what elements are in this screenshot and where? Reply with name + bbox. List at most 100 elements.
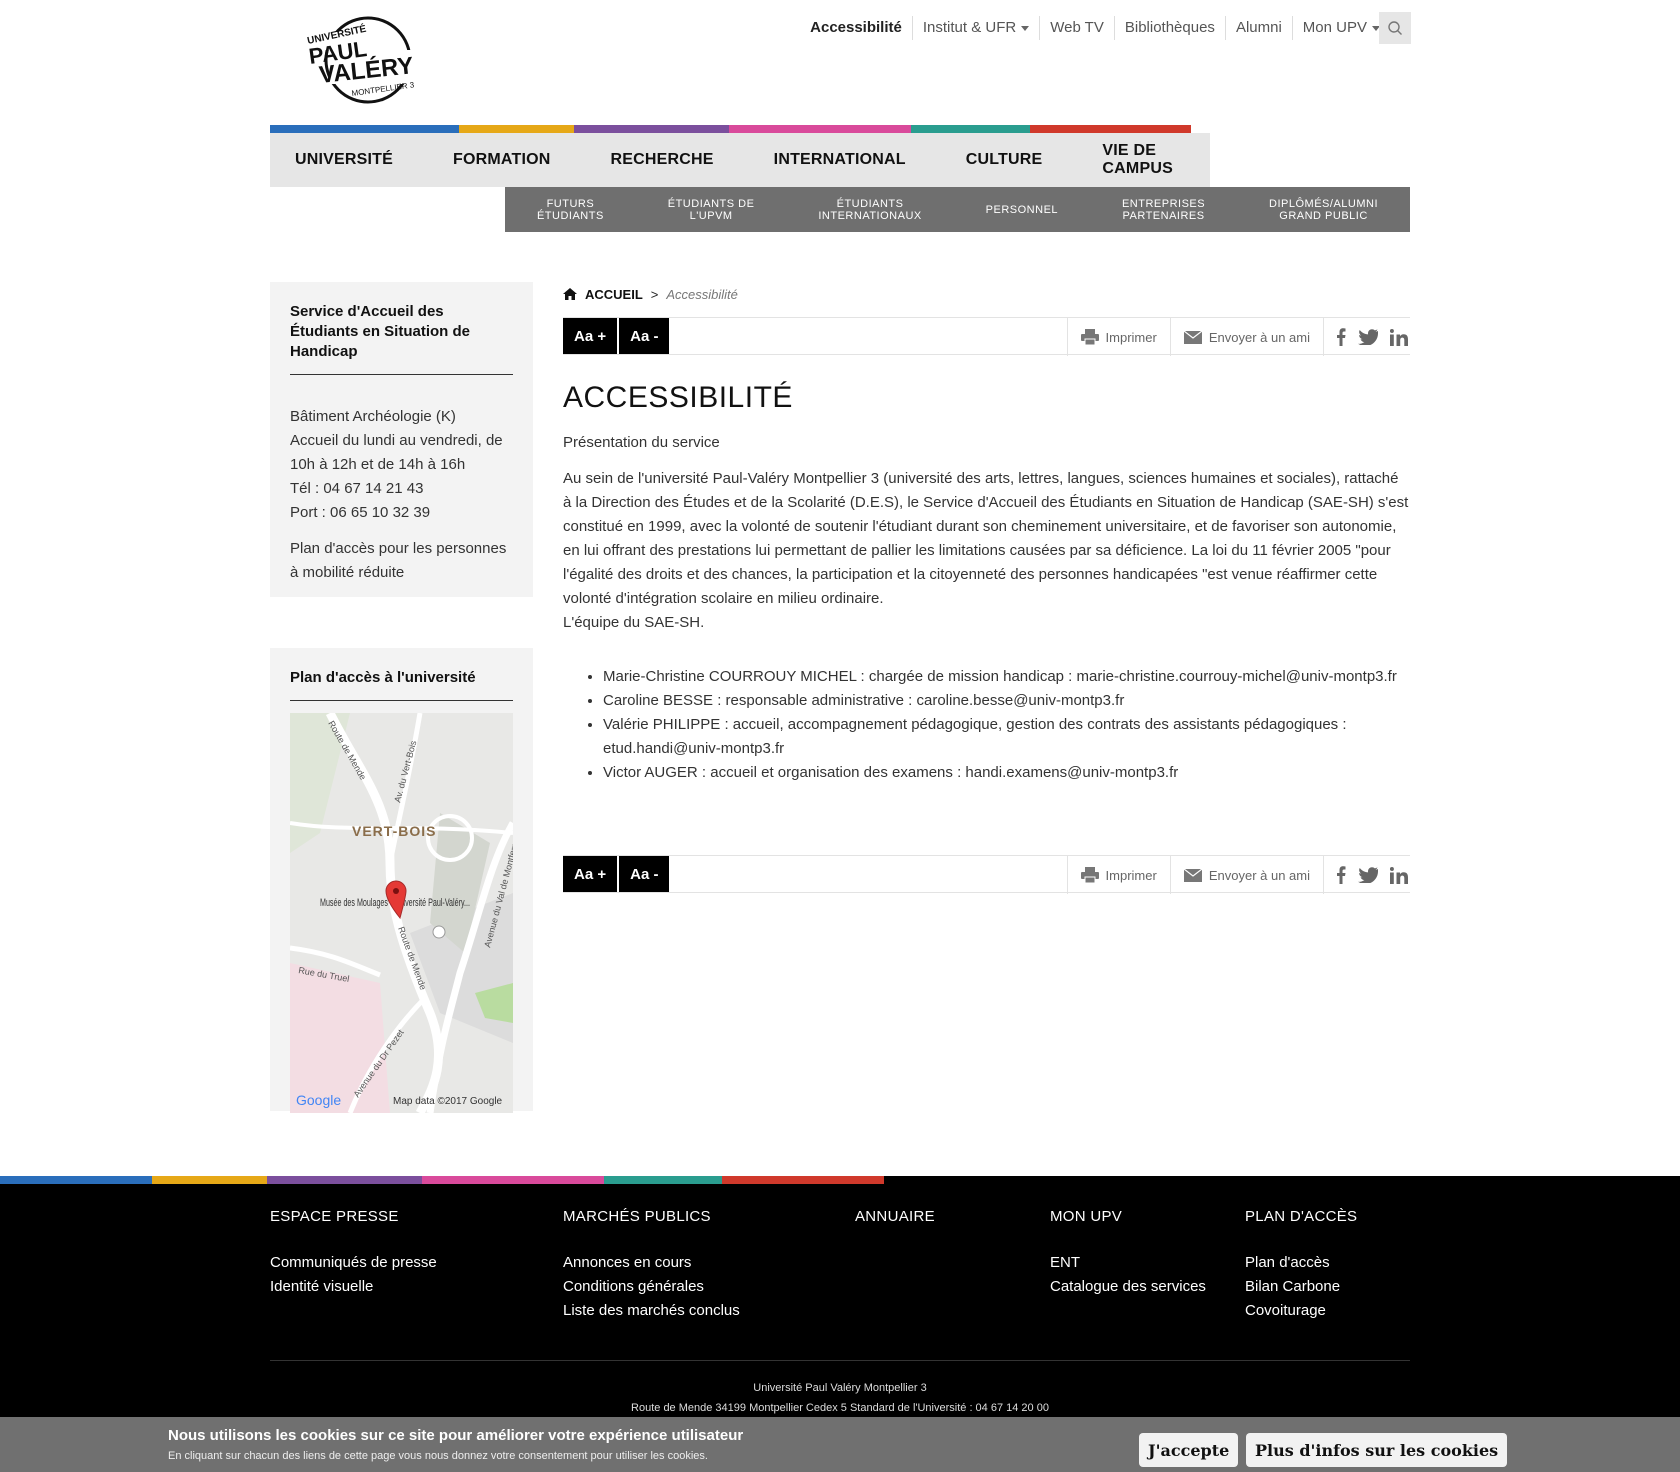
printer-icon <box>1080 867 1099 883</box>
page-body: Au sein de l'université Paul-Valéry Mont… <box>563 470 1409 607</box>
subnav-entreprises[interactable]: ENTREPRISES PARTENAIRES <box>1122 198 1205 222</box>
map-area-label: VERT-BOIS <box>352 823 436 839</box>
footer-link[interactable]: Liste des marchés conclus <box>563 1299 740 1323</box>
footer-link[interactable]: Plan d'accès <box>1245 1251 1357 1275</box>
footer-heading[interactable]: MARCHÉS PUBLICS <box>563 1208 740 1225</box>
subnav-etudiants-internationaux[interactable]: ÉTUDIANTS INTERNATIONAUX <box>818 198 921 222</box>
footer-link[interactable]: Catalogue des services <box>1050 1275 1206 1299</box>
twitter-share[interactable] <box>1352 329 1384 345</box>
send-to-friend-button[interactable]: Envoyer à un ami <box>1169 318 1324 356</box>
footer-heading[interactable]: PLAN D'ACCÈS <box>1245 1208 1357 1225</box>
footer-heading[interactable]: MON UPV <box>1050 1208 1206 1225</box>
list-item: Caroline BESSE : responsable administrat… <box>603 689 1410 713</box>
nav-vie-de-campus[interactable]: VIE DE CAMPUS <box>1102 142 1173 178</box>
breadcrumb-home[interactable]: ACCUEIL <box>585 287 643 302</box>
color-stripe-pink <box>422 1176 604 1184</box>
footer-divider <box>270 1360 1410 1361</box>
linkedin-icon <box>1390 866 1408 884</box>
service-title: Service d'Accueil des Étudiants en Situa… <box>290 302 513 375</box>
font-decrease-button[interactable]: Aa - <box>619 318 670 354</box>
printer-icon <box>1080 329 1099 345</box>
footer-col-presse: ESPACE PRESSE Communiqués de presse Iden… <box>270 1208 437 1299</box>
top-link-bibliotheques[interactable]: Bibliothèques <box>1115 16 1226 40</box>
university-logo[interactable]: UNIVERSITÉ PAUL VALÉRY MONTPELLIER 3 <box>300 10 440 110</box>
search-button[interactable] <box>1379 12 1411 44</box>
footer-address-line: Route de Mende 34199 Montpellier Cedex 5… <box>631 1402 1049 1414</box>
google-map[interactable]: VERT-BOIS Musée des Moulages - Universit… <box>290 713 513 1113</box>
color-stripe-red <box>1030 125 1191 133</box>
font-increase-button[interactable]: Aa + <box>563 856 618 892</box>
facebook-share[interactable] <box>1324 328 1352 346</box>
twitter-icon <box>1358 867 1378 883</box>
footer-col-monupv: MON UPV ENT Catalogue des services <box>1050 1208 1206 1299</box>
address-line: Accueil du lundi au vendredi, de 10h à 1… <box>290 432 503 473</box>
font-decrease-button[interactable]: Aa - <box>619 856 670 892</box>
linkedin-share[interactable] <box>1384 866 1410 884</box>
facebook-icon <box>1337 866 1346 884</box>
footer-heading[interactable]: ANNUAIRE <box>855 1208 935 1225</box>
footer-heading[interactable]: ESPACE PRESSE <box>270 1208 437 1225</box>
service-contact-box: Service d'Accueil des Étudiants en Situa… <box>270 282 533 597</box>
linkedin-share[interactable] <box>1384 328 1410 346</box>
print-button[interactable]: Imprimer <box>1066 856 1170 894</box>
twitter-share[interactable] <box>1352 867 1384 883</box>
footer-col-annuaire: ANNUAIRE <box>855 1208 935 1251</box>
map-box: Plan d'accès à l'université VERT-BOIS Mu… <box>270 648 533 1113</box>
print-button[interactable]: Imprimer <box>1066 318 1170 356</box>
send-to-friend-button[interactable]: Envoyer à un ami <box>1169 856 1324 894</box>
subnav-futurs-etudiants[interactable]: FUTURS ÉTUDIANTS <box>537 198 604 222</box>
linkedin-icon <box>1390 328 1408 346</box>
footer-col-plan: PLAN D'ACCÈS Plan d'accès Bilan Carbone … <box>1245 1208 1357 1323</box>
print-label: Imprimer <box>1105 867 1157 883</box>
subnav-diplomes-alumni[interactable]: DIPLÔMÉS/ALUMNI GRAND PUBLIC <box>1269 198 1378 222</box>
send-label: Envoyer à un ami <box>1208 867 1310 883</box>
top-link-accessibilite[interactable]: Accessibilité <box>800 16 913 40</box>
color-stripe-teal <box>911 125 1030 133</box>
top-link-mon-upv[interactable]: Mon UPV <box>1293 16 1390 40</box>
subnav-etudiants-upvm[interactable]: ÉTUDIANTS DE L'UPVM <box>668 198 755 222</box>
footer-link[interactable]: Communiqués de presse <box>270 1251 437 1275</box>
footer-address-name: Université Paul Valéry Montpellier 3 <box>753 1382 927 1394</box>
phone-line: Tél : 04 67 14 21 43 <box>290 480 424 497</box>
top-link-institut-ufr[interactable]: Institut & UFR <box>913 16 1041 40</box>
list-item: Victor AUGER : accueil et organisation d… <box>603 761 1410 785</box>
footer-link[interactable]: ENT <box>1050 1251 1206 1275</box>
nav-recherche[interactable]: RECHERCHE <box>611 151 714 169</box>
facebook-share[interactable] <box>1324 866 1352 884</box>
font-increase-button[interactable]: Aa + <box>563 318 618 354</box>
bottom-toolbar-wrap: Aa + Aa - Imprimer Envoyer à un ami <box>563 855 1410 894</box>
page-toolbar: Aa + Aa - Imprimer Envoyer à un ami <box>563 317 1410 356</box>
footer-color-bar <box>0 1176 884 1184</box>
share-tools: Imprimer Envoyer à un ami <box>1066 318 1410 356</box>
subnav-personnel[interactable]: PERSONNEL <box>986 204 1058 216</box>
nav-formation[interactable]: FORMATION <box>453 151 551 169</box>
print-label: Imprimer <box>1105 329 1157 345</box>
top-link-alumni[interactable]: Alumni <box>1226 16 1293 40</box>
main-navigation: UNIVERSITÉ FORMATION RECHERCHE INTERNATI… <box>270 133 1210 187</box>
page-team: L'équipe du SAE-SH. <box>563 614 705 631</box>
nav-international[interactable]: INTERNATIONAL <box>774 151 906 169</box>
page-intro: Présentation du service <box>563 434 720 451</box>
top-link-webtv[interactable]: Web TV <box>1040 16 1115 40</box>
nav-culture[interactable]: CULTURE <box>966 151 1043 169</box>
footer-link[interactable]: Covoiturage <box>1245 1299 1357 1323</box>
accept-cookies-button[interactable]: J'accepte <box>1139 1433 1239 1467</box>
main-content: ACCUEIL > Accessibilité Aa + Aa - Imprim… <box>563 280 1410 785</box>
cookie-info-button[interactable]: Plus d'infos sur les cookies <box>1246 1433 1508 1467</box>
color-stripe-purple <box>267 1176 422 1184</box>
audience-navigation: FUTURS ÉTUDIANTS ÉTUDIANTS DE L'UPVM ÉTU… <box>505 187 1410 232</box>
color-stripe-pink <box>729 125 911 133</box>
access-plan-link[interactable]: Plan d'accès pour les personnes à mobili… <box>290 537 513 585</box>
nav-universite[interactable]: UNIVERSITÉ <box>295 151 393 169</box>
footer-link[interactable]: Bilan Carbone <box>1245 1275 1357 1299</box>
breadcrumb-current: Accessibilité <box>666 286 738 302</box>
footer-link[interactable]: Annonces en cours <box>563 1251 740 1275</box>
footer-link[interactable]: Identité visuelle <box>270 1275 437 1299</box>
color-stripe-blue <box>270 125 459 133</box>
search-icon <box>1388 21 1402 35</box>
footer-link[interactable]: Conditions générales <box>563 1275 740 1299</box>
color-stripe-blue <box>0 1176 152 1184</box>
cookie-title: Nous utilisons les cookies sur ce site p… <box>168 1427 744 1444</box>
map-title: Plan d'accès à l'université <box>290 668 513 701</box>
header-color-bar <box>270 125 1191 133</box>
